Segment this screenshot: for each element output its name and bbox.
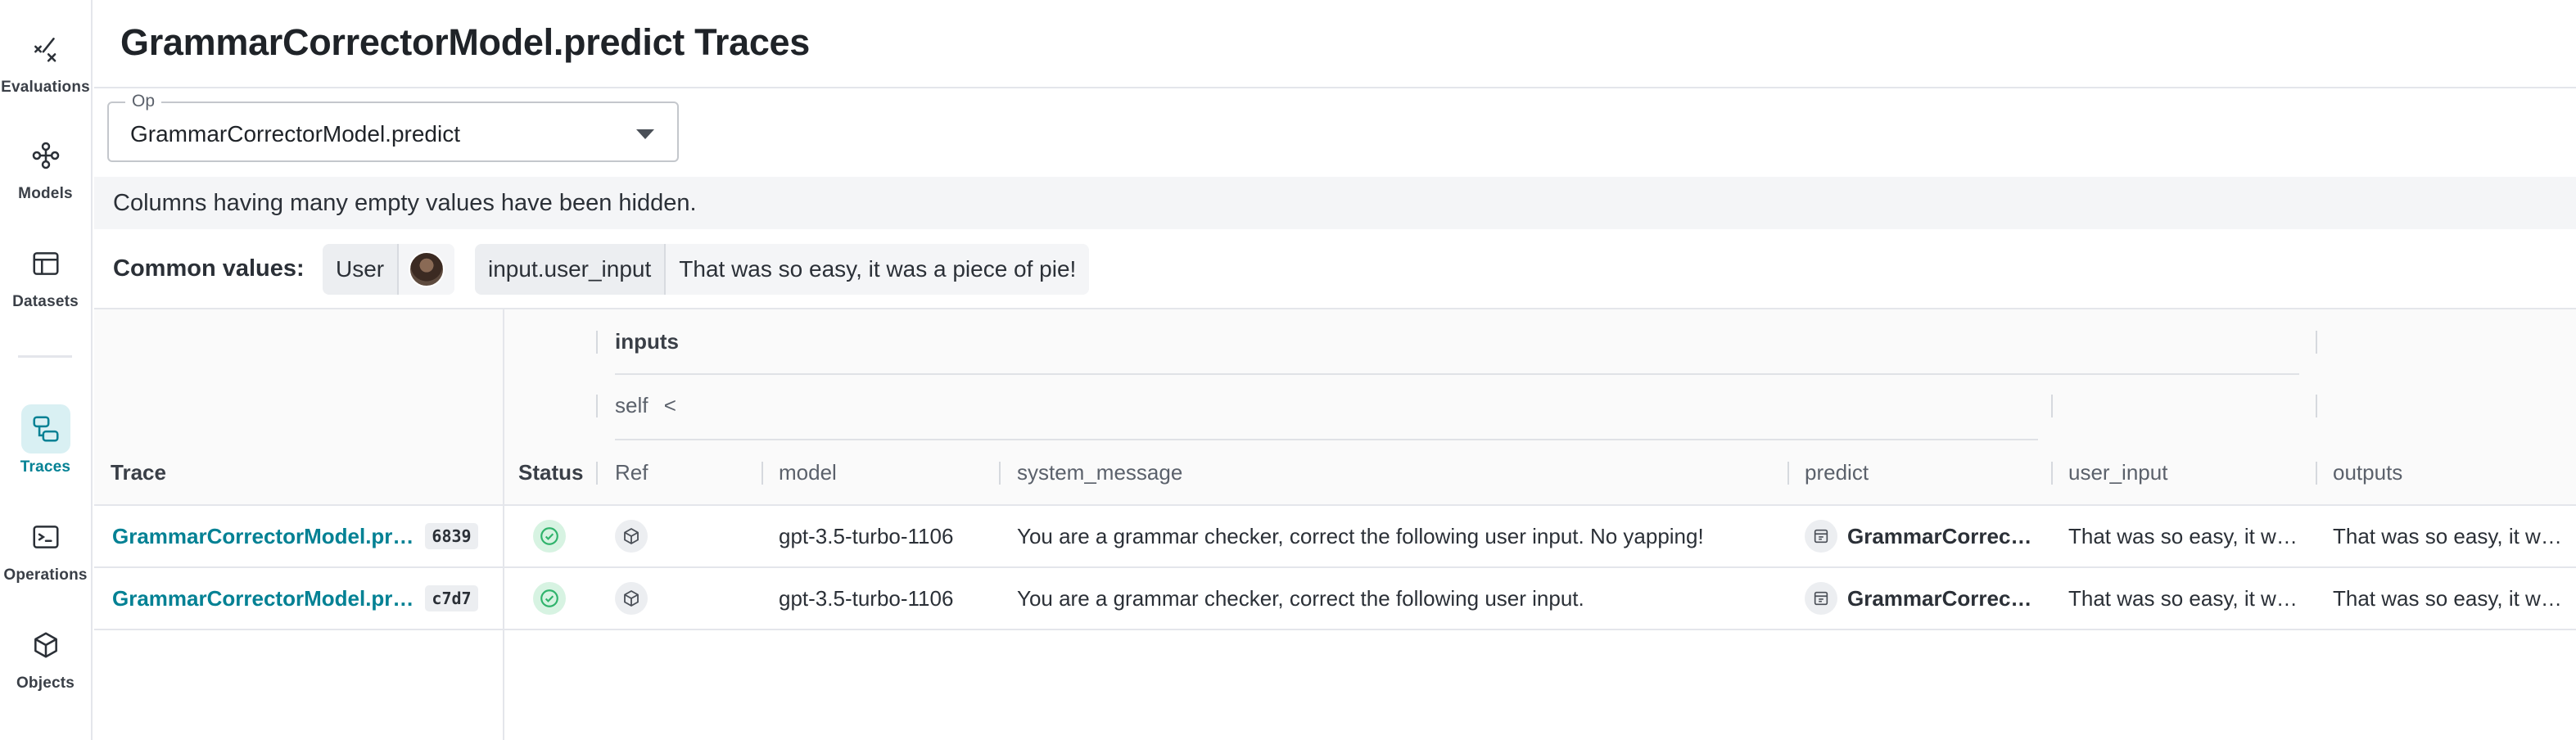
sidebar-item-evaluations[interactable]: Evaluations [0,25,91,97]
column-separator[interactable] [596,395,598,417]
evaluations-icon [21,25,70,74]
chevron-left-icon[interactable]: < [664,393,676,417]
trace-cell: GrammarCorrectorModel.pr… 6839 [112,506,497,566]
sidebar-item-operations[interactable]: Operations [0,512,91,584]
predict-cell: GrammarCorrec… [1805,568,2046,629]
column-separator[interactable] [2316,331,2317,354]
sidebar-item-datasets[interactable]: Datasets [0,239,91,311]
predict-label: GrammarCorrec… [1847,523,2032,548]
traces-table: inputs self < Trace Status Ref model sys… [94,308,2576,740]
op-filter-select[interactable]: Op GrammarCorrectorModel.predict [107,92,679,162]
trace-cell: GrammarCorrectorModel.pr… c7d7 [112,568,497,629]
common-values-label: Common values: [113,255,305,282]
banner-text: Columns having many empty values have be… [113,190,697,216]
column-header-model[interactable]: model [779,460,837,485]
objects-icon [21,620,70,670]
object-ref-icon[interactable] [615,520,648,553]
system-message-cell: You are a grammar checker, correct the f… [1017,585,1584,611]
model-cell: gpt-3.5-turbo-1106 [779,523,954,548]
chip-key: input.user_input [475,244,667,295]
sidebar-item-label: Evaluations [1,79,90,96]
common-value-chip-user-input[interactable]: input.user_input That was so easy, it wa… [475,244,1090,295]
chip-value: That was so easy, it was a piece of pie! [666,244,1090,295]
sidebar-item-traces[interactable]: Traces [0,404,91,476]
column-header-outputs[interactable]: outputs [2333,460,2402,485]
column-separator[interactable] [1787,462,1789,485]
table-header [94,309,2576,506]
column-header-predict[interactable]: predict [1805,460,1869,485]
chip-key: User [323,244,400,295]
sidebar: Evaluations Models Datasets Traces Opera… [0,0,93,740]
outputs-cell: That was so easy, it w… [2333,523,2562,548]
predict-ref[interactable]: GrammarCorrec… [1805,520,2031,553]
sidebar-item-label: Datasets [12,293,79,310]
model-cell: gpt-3.5-turbo-1106 [779,585,954,611]
column-separator[interactable] [2051,395,2053,417]
page-title: GrammarCorrectorModel.predict Traces [120,21,811,63]
op-ref-icon [1805,582,1837,615]
column-separator[interactable] [2051,462,2053,485]
hidden-columns-banner: Columns having many empty values have be… [94,177,2576,229]
op-ref-icon [1805,520,1837,553]
trace-id-badge: c7d7 [425,585,478,611]
sidebar-divider [18,355,72,358]
predict-ref[interactable]: GrammarCorrec… [1805,582,2031,615]
object-ref-icon[interactable] [615,582,648,615]
column-separator[interactable] [2316,395,2317,417]
operations-icon [21,512,70,562]
user-input-cell: That was so easy, it w… [2068,523,2298,548]
status-success-icon [533,582,566,615]
ref-cell [615,506,664,566]
sidebar-item-models[interactable]: Models [0,131,91,203]
group-underline [615,373,2299,375]
column-header-status[interactable]: Status [518,460,583,485]
column-group-self-label: self [615,393,649,417]
sidebar-item-label: Models [18,185,73,202]
common-values: Common values: User input.user_input Tha… [94,242,2576,298]
group-underline [615,439,2038,440]
table-row[interactable]: GrammarCorrectorModel.pr… c7d7 gpt-3.5-t… [94,568,2576,630]
datasets-icon [21,239,70,288]
sidebar-item-label: Traces [20,458,71,476]
chip-value [399,244,455,295]
models-icon [21,131,70,180]
column-group-inputs: inputs [615,329,679,354]
chevron-down-icon [636,129,654,139]
sidebar-item-label: Objects [16,675,75,692]
sidebar-item-label: Operations [3,566,88,584]
status-success-icon [533,520,566,553]
column-group-self[interactable]: self < [615,393,676,418]
predict-label: GrammarCorrec… [1847,585,2032,611]
user-input-cell: That was so easy, it w… [2068,585,2298,611]
column-separator[interactable] [596,462,598,485]
ref-cell [615,568,664,629]
predict-cell: GrammarCorrec… [1805,506,2046,566]
column-separator[interactable] [596,331,598,354]
sidebar-item-objects[interactable]: Objects [0,620,91,693]
column-separator[interactable] [2316,462,2317,485]
column-header-system-message[interactable]: system_message [1017,460,1182,485]
column-separator[interactable] [999,462,1001,485]
trace-id-badge: 6839 [425,523,478,549]
trace-link[interactable]: GrammarCorrectorModel.pr… [112,524,414,549]
op-filter-label: Op [125,92,162,111]
outputs-cell: That was so easy, it w… [2333,585,2562,611]
column-separator[interactable] [762,462,763,485]
column-header-trace[interactable]: Trace [111,460,166,485]
status-cell [533,506,582,566]
common-value-chip-user[interactable]: User [323,244,455,295]
column-header-ref[interactable]: Ref [615,460,648,485]
page-header: GrammarCorrectorModel.predict Traces [94,0,2576,88]
traces-icon [20,404,70,453]
system-message-cell: You are a grammar checker, correct the f… [1017,523,1704,548]
column-header-user-input[interactable]: user_input [2068,460,2167,485]
trace-link[interactable]: GrammarCorrectorModel.pr… [112,586,414,611]
avatar [409,251,445,287]
table-row[interactable]: GrammarCorrectorModel.pr… 6839 gpt-3.5-t… [94,506,2576,568]
status-cell [533,568,582,629]
op-filter-value: GrammarCorrectorModel.predict [130,121,460,147]
